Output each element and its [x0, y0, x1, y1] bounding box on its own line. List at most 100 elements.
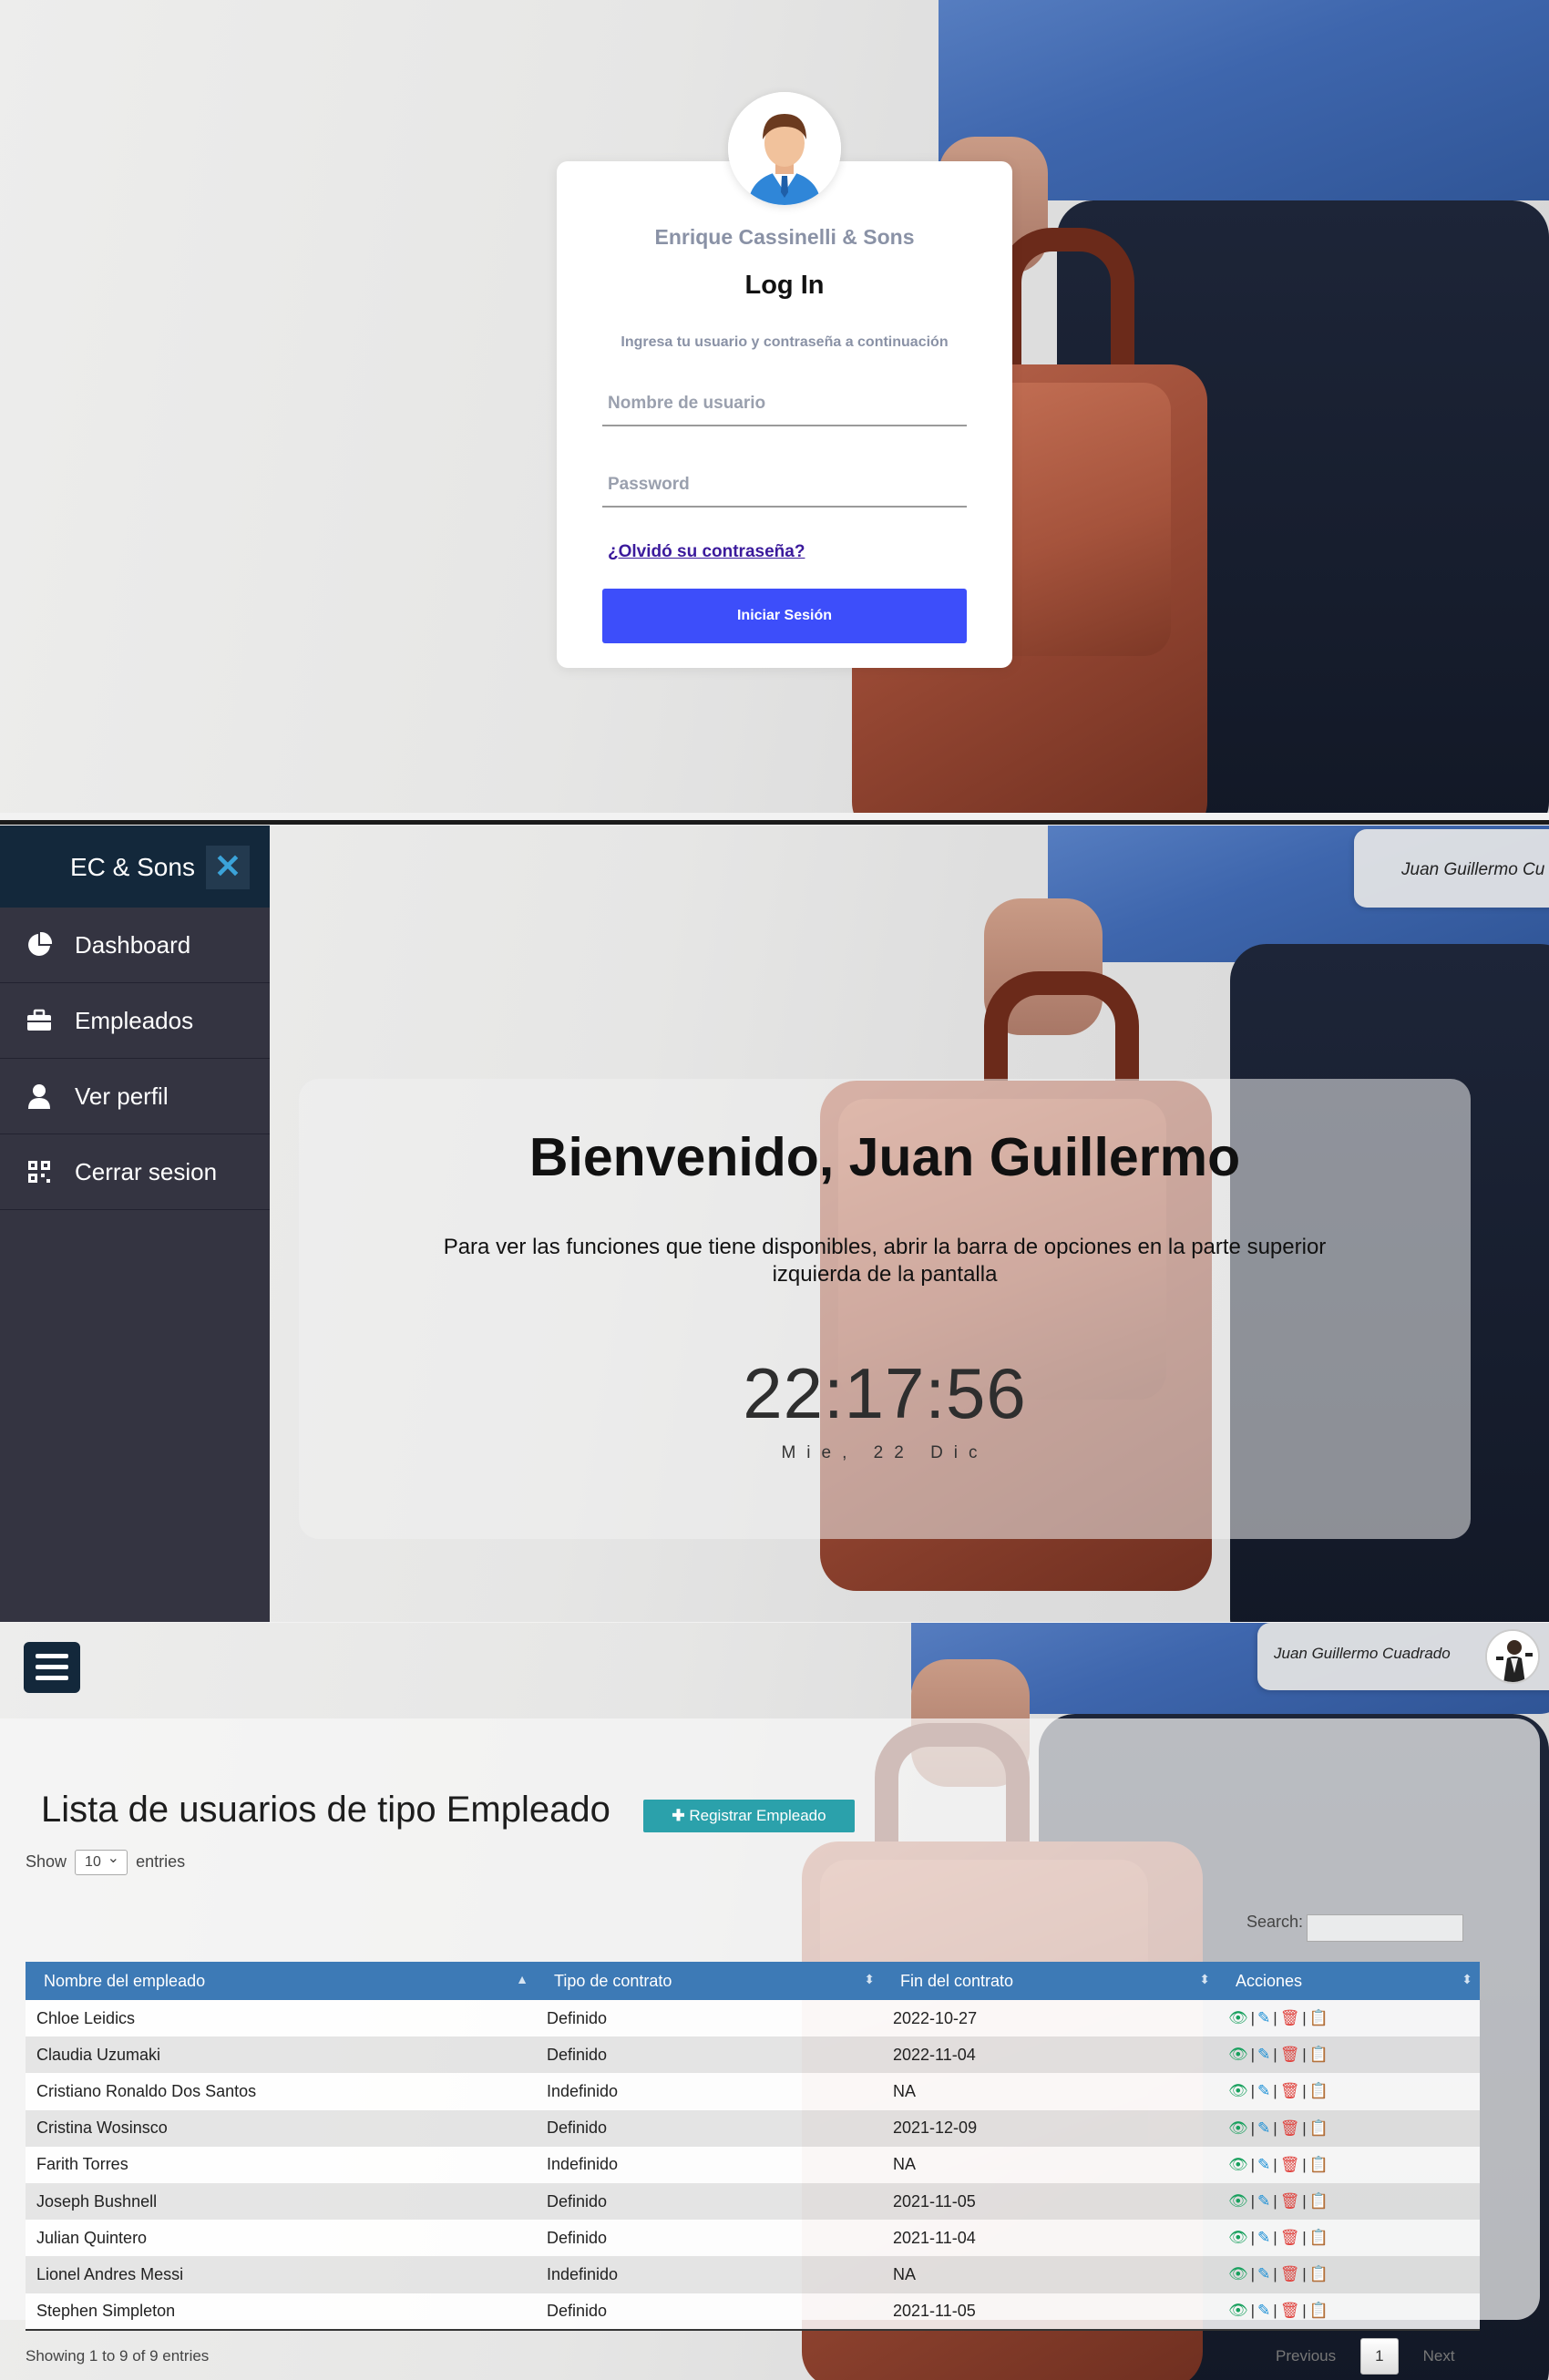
eye-icon[interactable]: 👁 — [1228, 2156, 1249, 2173]
clipboard-icon[interactable]: 📋 — [1309, 2082, 1329, 2099]
contract-end-cell: NA — [882, 2256, 1217, 2293]
login-subtitle: Ingresa tu usuario y contraseña a contin… — [621, 334, 949, 350]
contract-type-cell: Definido — [536, 2109, 882, 2147]
eye-icon[interactable]: 👁 — [1228, 2119, 1249, 2137]
edit-icon[interactable]: ✎ — [1257, 2082, 1271, 2099]
eye-icon[interactable]: 👁 — [1228, 2302, 1249, 2319]
forgot-password-link[interactable]: ¿Olvidó su contraseña? — [608, 542, 805, 562]
table-row: Claudia Uzumaki Definido 2022-11-04 👁 | ✎ | 🗑 | 📋 — [26, 2036, 1480, 2074]
eye-icon[interactable]: 👁 — [1228, 2229, 1249, 2246]
entries-label: entries — [136, 1852, 186, 1871]
action-separator: | — [1302, 2118, 1308, 2137]
trash-icon[interactable]: 🗑 — [1280, 2229, 1301, 2246]
edit-icon[interactable]: ✎ — [1257, 2119, 1271, 2137]
actions-cell: 👁 | ✎ | 🗑 | 📋 — [1217, 2109, 1480, 2147]
eye-icon[interactable]: 👁 — [1228, 2009, 1249, 2026]
clipboard-icon[interactable]: 📋 — [1309, 2302, 1329, 2319]
sidebar-item-empleados[interactable]: Empleados — [0, 983, 270, 1059]
employee-name-cell: Farith Torres — [26, 2146, 536, 2183]
contract-end-cell: 2022-11-04 — [882, 2036, 1217, 2074]
trash-icon[interactable]: 🗑 — [1280, 2082, 1301, 2099]
contract-type-cell: Indefinido — [536, 2256, 882, 2293]
column-header-nombre[interactable]: Nombre del empleado ▲ — [26, 1962, 536, 2000]
close-icon[interactable]: ✕ — [206, 846, 250, 889]
action-separator: | — [1302, 2302, 1308, 2320]
edit-icon[interactable]: ✎ — [1257, 2302, 1271, 2319]
contract-end-cell: 2021-11-04 — [882, 2220, 1217, 2257]
clipboard-icon[interactable]: 📋 — [1309, 2119, 1329, 2137]
sidebar-item-ver-perfil[interactable]: Ver perfil — [0, 1059, 270, 1134]
edit-icon[interactable]: ✎ — [1257, 2265, 1271, 2283]
user-menu-tab[interactable]: Juan Guillermo Cuadrado — [1257, 1623, 1549, 1690]
table-row: Cristiano Ronaldo Dos Santos Indefinido NA… — [26, 2073, 1480, 2110]
action-separator: | — [1250, 2155, 1257, 2173]
login-title: Log In — [744, 271, 825, 300]
edit-icon[interactable]: ✎ — [1257, 2046, 1271, 2063]
clipboard-icon[interactable]: 📋 — [1309, 2156, 1329, 2173]
edit-icon[interactable]: ✎ — [1257, 2192, 1271, 2210]
contract-type-cell: Definido — [536, 2182, 882, 2221]
register-employee-button[interactable]: ✚ Registrar Empleado — [643, 1800, 855, 1832]
login-card: Enrique Cassinelli & Sons Log In Ingresa… — [557, 161, 1012, 668]
qr-icon — [26, 1158, 53, 1185]
eye-icon[interactable]: 👁 — [1228, 2082, 1249, 2099]
clipboard-icon[interactable]: 📋 — [1309, 2229, 1329, 2246]
column-header-fin[interactable]: Fin del contrato ⬍ — [882, 1962, 1217, 2000]
action-separator: | — [1302, 2229, 1308, 2247]
employee-name-cell: Stephen Simpleton — [26, 2293, 536, 2331]
trash-icon[interactable]: 🗑 — [1280, 2192, 1301, 2210]
page-1-button[interactable]: 1 — [1359, 2338, 1399, 2375]
sidebar-item-label: Dashboard — [75, 931, 191, 959]
edit-icon[interactable]: ✎ — [1257, 2009, 1271, 2026]
employee-table: Nombre del empleado ▲ Tipo de contrato ⬍ F… — [26, 1962, 1480, 2331]
page-length-select[interactable]: 10 — [75, 1847, 128, 1875]
action-separator: | — [1302, 2265, 1308, 2283]
clipboard-icon[interactable]: 📋 — [1309, 2046, 1329, 2063]
column-header-tipo[interactable]: Tipo de contrato ⬍ — [536, 1962, 882, 2000]
sidebar-item-label: Cerrar sesion — [75, 1158, 218, 1185]
contract-end-cell: 2021-11-05 — [882, 2293, 1217, 2331]
contract-end-cell: 2022-10-27 — [882, 2000, 1217, 2037]
search-input[interactable] — [1307, 1914, 1463, 1942]
sort-icon: ⬍ — [1462, 1972, 1472, 1986]
edit-icon[interactable]: ✎ — [1257, 2229, 1271, 2246]
trash-icon[interactable]: 🗑 — [1280, 2302, 1301, 2319]
user-icon — [26, 1082, 53, 1110]
show-label: Show — [26, 1852, 67, 1871]
trash-icon[interactable]: 🗑 — [1280, 2009, 1301, 2026]
trash-icon[interactable]: 🗑 — [1280, 2265, 1301, 2283]
edit-icon[interactable]: ✎ — [1257, 2156, 1271, 2173]
eye-icon[interactable]: 👁 — [1228, 2265, 1249, 2283]
menu-toggle-button[interactable] — [24, 1642, 80, 1693]
employee-name-cell: Chloe Leidics — [26, 2000, 536, 2037]
user-menu-tab[interactable]: Juan Guillermo Cu — [1354, 829, 1549, 908]
action-separator: | — [1302, 2009, 1308, 2027]
login-screen: Enrique Cassinelli & Sons Log In Ingresa… — [0, 0, 1549, 813]
next-page-button[interactable]: Next — [1423, 2347, 1455, 2365]
avatar — [1485, 1629, 1540, 1684]
user-name: Juan Guillermo Cuadrado — [1274, 1645, 1451, 1662]
sidebar-item-dashboard[interactable]: Dashboard — [0, 908, 270, 983]
clipboard-icon[interactable]: 📋 — [1309, 2192, 1329, 2210]
password-input[interactable] — [602, 464, 967, 508]
actions-cell: 👁 | ✎ | 🗑 | 📋 — [1217, 2036, 1480, 2074]
eye-icon[interactable]: 👁 — [1228, 2046, 1249, 2063]
sort-icon: ⬍ — [864, 1972, 875, 1986]
action-separator: | — [1273, 2229, 1278, 2247]
sidebar: EC & Sons ✕ Dashboard Empleados Ver perf… — [0, 826, 270, 1622]
clipboard-icon[interactable]: 📋 — [1309, 2265, 1329, 2283]
employee-name-cell: Lionel Andres Messi — [26, 2256, 536, 2293]
column-header-acciones[interactable]: Acciones ⬍ — [1217, 1962, 1480, 2000]
trash-icon[interactable]: 🗑 — [1280, 2156, 1301, 2173]
contract-end-cell: 2021-12-09 — [882, 2109, 1217, 2147]
trash-icon[interactable]: 🗑 — [1280, 2046, 1301, 2063]
employee-name-cell: Claudia Uzumaki — [26, 2036, 536, 2074]
sidebar-item-cerrar-sesion[interactable]: Cerrar sesion — [0, 1134, 270, 1210]
trash-icon[interactable]: 🗑 — [1280, 2119, 1301, 2137]
clipboard-icon[interactable]: 📋 — [1309, 2009, 1329, 2026]
action-separator: | — [1250, 2265, 1257, 2283]
previous-page-button[interactable]: Previous — [1276, 2347, 1336, 2365]
eye-icon[interactable]: 👁 — [1228, 2192, 1249, 2210]
login-button[interactable]: Iniciar Sesión — [602, 589, 967, 643]
username-input[interactable] — [602, 383, 967, 426]
